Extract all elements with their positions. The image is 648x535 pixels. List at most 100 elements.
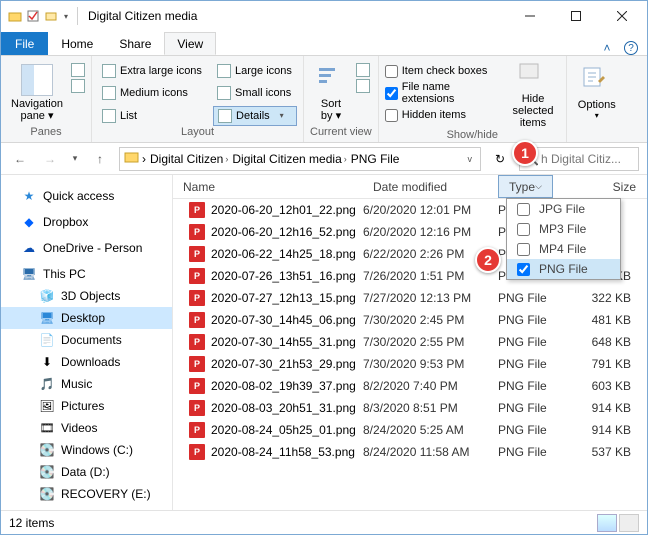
nav-music[interactable]: 🎵Music — [1, 373, 172, 395]
layout-small-icons[interactable]: Small icons — [213, 83, 297, 103]
file-size: 537 KB — [553, 445, 647, 459]
col-date[interactable]: Date modified — [363, 175, 498, 198]
back-button[interactable]: ← — [9, 148, 31, 170]
png-file-icon: P — [189, 400, 205, 416]
options-button[interactable]: Options▾ — [573, 59, 621, 126]
nav-dropbox[interactable]: ◆Dropbox — [1, 211, 172, 233]
search-box[interactable]: 🔍 h Digital Citiz... 1 — [519, 147, 639, 171]
nav-drive-c[interactable]: 💽Windows (C:) — [1, 439, 172, 461]
details-pane-icon[interactable] — [71, 79, 85, 93]
file-row[interactable]: P2020-07-30_14h45_06.png7/30/2020 2:45 P… — [173, 309, 647, 331]
layout-large-icons[interactable]: Large icons — [213, 61, 297, 81]
breadcrumb-bar[interactable]: › Digital Citizen› Digital Citizen media… — [119, 147, 481, 171]
tab-file[interactable]: File — [1, 32, 48, 55]
file-name: 2020-07-27_12h13_15.png — [211, 291, 356, 305]
col-type[interactable]: Type⌵ — [498, 175, 553, 198]
ribbon: Navigationpane ▾ Panes Extra large icons… — [1, 55, 647, 143]
file-date: 8/24/2020 11:58 AM — [363, 445, 498, 459]
maximize-button[interactable] — [553, 1, 599, 31]
crumb-1[interactable]: Digital Citizen› — [148, 152, 230, 166]
viewmode-icons[interactable] — [619, 514, 639, 532]
tab-view[interactable]: View — [164, 32, 216, 55]
col-size[interactable]: Size — [553, 175, 647, 198]
help-button[interactable]: ? — [623, 41, 647, 55]
cb-file-name-ext[interactable]: File name extensions — [385, 83, 501, 103]
sort-by-button[interactable]: Sortby ▾ — [310, 59, 352, 126]
tab-home[interactable]: Home — [48, 32, 106, 55]
nav-pictures[interactable]: 🖼Pictures — [1, 395, 172, 417]
cb-hidden-items[interactable]: Hidden items — [385, 105, 501, 125]
add-columns-icon[interactable] — [356, 63, 370, 77]
file-row[interactable]: P2020-08-03_20h51_31.png8/3/2020 8:51 PM… — [173, 397, 647, 419]
nav-videos[interactable]: 🎞Videos — [1, 417, 172, 439]
file-size: 914 KB — [553, 401, 647, 415]
qat-properties-icon[interactable] — [25, 8, 41, 24]
file-row[interactable]: P2020-07-27_12h13_15.png7/27/2020 12:13 … — [173, 287, 647, 309]
file-name: 2020-08-03_20h51_31.png — [211, 401, 356, 415]
size-columns-icon[interactable] — [356, 79, 370, 93]
col-name[interactable]: Name — [173, 175, 363, 198]
layout-details[interactable]: Details▾ — [213, 106, 297, 126]
nav-documents[interactable]: 📄Documents — [1, 329, 172, 351]
filter-jpg[interactable]: JPG File — [507, 199, 620, 219]
filter-mp4[interactable]: MP4 File — [507, 239, 620, 259]
music-icon: 🎵 — [39, 376, 55, 392]
file-size: 648 KB — [553, 335, 647, 349]
qat-dropdown[interactable]: ▾ — [61, 8, 71, 24]
close-button[interactable] — [599, 1, 645, 31]
recent-locations[interactable]: ▾ — [69, 148, 81, 170]
file-type: PNG File — [498, 357, 553, 371]
file-row[interactable]: P2020-08-02_19h39_37.png8/2/2020 7:40 PM… — [173, 375, 647, 397]
file-row[interactable]: P 2020-08-24_05h25_01.png 8/24/2020 5:25 A… — [173, 419, 647, 441]
file-name: 2020-07-30_14h55_31.png — [211, 335, 356, 349]
filter-png[interactable]: PNG File — [507, 259, 620, 279]
nav-downloads[interactable]: ⬇Downloads — [1, 351, 172, 373]
minimize-button[interactable] — [507, 1, 553, 31]
qat-newfolder-icon[interactable] — [43, 8, 59, 24]
navigation-pane-button[interactable]: Navigationpane ▾ — [7, 59, 67, 126]
file-date: 8/24/2020 5:25 AM — [363, 423, 498, 437]
nav-drive-e[interactable]: 💽RECOVERY (E:) — [1, 483, 172, 505]
group-panes-label: Panes — [7, 126, 85, 140]
nav-desktop[interactable]: 🖥Desktop — [1, 307, 172, 329]
tab-share[interactable]: Share — [106, 32, 164, 55]
file-name: 2020-08-02_19h39_37.png — [211, 379, 356, 393]
nav-onedrive[interactable]: ☁OneDrive - Person — [1, 237, 172, 259]
file-date: 7/30/2020 2:55 PM — [363, 335, 498, 349]
nav-3d-objects[interactable]: 🧊3D Objects — [1, 285, 172, 307]
forward-button[interactable]: → — [39, 148, 61, 170]
cb-item-checkboxes[interactable]: Item check boxes — [385, 61, 501, 81]
png-file-icon: P — [189, 422, 205, 438]
file-name: 2020-07-26_13h51_16.png — [211, 269, 356, 283]
group-showhide-label: Show/hide — [385, 129, 560, 141]
preview-pane-icon[interactable] — [71, 63, 85, 77]
group-layout-label: Layout — [98, 126, 297, 140]
nav-drive-d[interactable]: 💽Data (D:) — [1, 461, 172, 483]
file-type: PNG File — [498, 313, 553, 327]
hide-selected-items-button[interactable]: Hide selecteditems — [506, 59, 559, 129]
pc-icon: 🖥 — [21, 266, 37, 282]
navigation-pane: ★Quick access ◆Dropbox ☁OneDrive - Perso… — [1, 175, 173, 510]
file-date: 7/27/2020 12:13 PM — [363, 291, 498, 305]
nav-this-pc[interactable]: 🖥This PC — [1, 263, 172, 285]
up-button[interactable]: ↑ — [89, 148, 111, 170]
collapse-ribbon-button[interactable]: ˄ — [599, 41, 623, 55]
layout-list[interactable]: List — [98, 106, 207, 126]
file-date: 7/30/2020 9:53 PM — [363, 357, 498, 371]
file-row[interactable]: P2020-08-24_11h58_53.png8/24/2020 11:58 … — [173, 441, 647, 463]
crumb-2[interactable]: Digital Citizen media› — [230, 152, 348, 166]
refresh-button[interactable]: ↻ — [489, 148, 511, 170]
viewmode-details[interactable] — [597, 514, 617, 532]
titlebar: ▾ Digital Citizen media — [1, 1, 647, 31]
crumb-3[interactable]: PNG File — [349, 152, 402, 166]
layout-extra-large-icons[interactable]: Extra large icons — [98, 61, 207, 81]
layout-medium-icons[interactable]: Medium icons — [98, 83, 207, 103]
nav-quick-access[interactable]: ★Quick access — [1, 185, 172, 207]
file-row[interactable]: P2020-07-30_14h55_31.png7/30/2020 2:55 P… — [173, 331, 647, 353]
file-date: 7/30/2020 2:45 PM — [363, 313, 498, 327]
group-currentview-label: Current view — [310, 126, 372, 140]
file-name: 2020-08-24_05h25_01.png — [211, 423, 356, 437]
file-row[interactable]: P2020-07-30_21h53_29.png7/30/2020 9:53 P… — [173, 353, 647, 375]
address-dropdown[interactable]: v — [464, 154, 477, 164]
filter-mp3[interactable]: MP3 File — [507, 219, 620, 239]
